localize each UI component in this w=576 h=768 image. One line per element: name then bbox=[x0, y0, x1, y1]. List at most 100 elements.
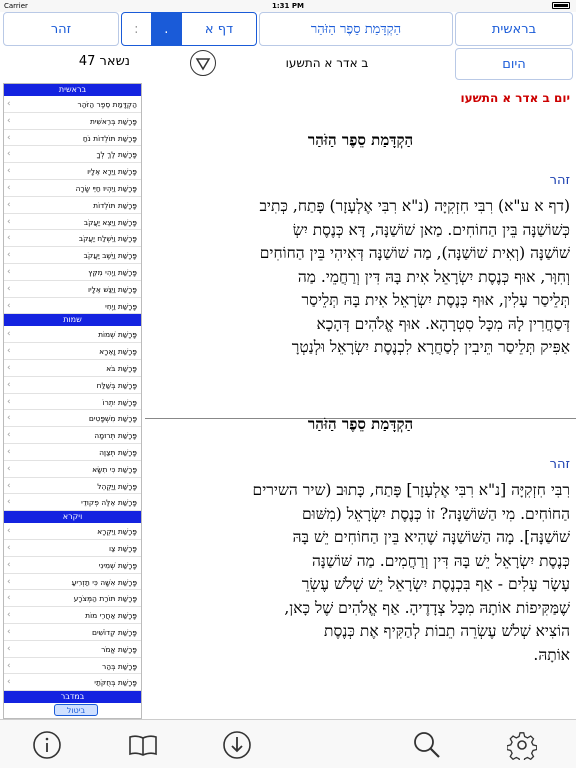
today-button[interactable]: היום bbox=[455, 48, 573, 80]
sidebar-item-label: פָּרָשַׁת תּוֹלְדוֹת bbox=[93, 200, 137, 210]
sidebar-item[interactable]: ‹ פָּרָשַׁת וַיִּשְׁלַח יַעֲקֹב bbox=[4, 230, 141, 248]
triangle-down-icon bbox=[195, 58, 211, 71]
aramaic-text: (דף א ע"א) רִבִּי חִזְקִיָּה (נ"א רִבִּי… bbox=[145, 195, 570, 360]
today-button-label: היום bbox=[502, 56, 526, 72]
sidebar-item-label: פָּרָשַׁת תּוֹלְדוֹת נֹחַ bbox=[82, 133, 137, 143]
clock: 1:31 PM bbox=[272, 2, 304, 10]
chevron-left-icon: ‹ bbox=[7, 626, 11, 637]
chevron-left-icon: ‹ bbox=[7, 463, 11, 474]
sidebar-item-label: פָּרָשַׁת וַיֵּרָא אֵלָיו bbox=[87, 167, 137, 177]
chevron-left-icon: ‹ bbox=[7, 660, 11, 671]
sidebar-item[interactable]: ‹ פָּרָשַׁת וַיְהִי מִקֵּץ bbox=[4, 264, 141, 281]
reading-pane[interactable]: יום ב אדר א התשעו הַקְדָּמַת סֵפֶר הַזֹּ… bbox=[145, 83, 576, 719]
download-tab[interactable] bbox=[222, 730, 252, 760]
sidebar-item[interactable]: ‹ פָּרָשַׁת אִשָּׁה כִּי תַזְרִיעַ bbox=[4, 574, 141, 591]
sidebar-item[interactable]: ‹ פָּרָשַׁת וַיֵּשֶׁב יַעֲקֹב bbox=[4, 247, 141, 264]
sidebar-item-label: פָּרָשַׁת קְדוֹשִׁים bbox=[92, 627, 137, 637]
sidebar-item-label: פָּרָשַׁת וַיֵּצֵא יַעֲקֹב bbox=[83, 217, 137, 227]
sidebar-item[interactable]: ‹ פָּרָשַׁת תּוֹרַת הַמְּצֹרָע bbox=[4, 590, 141, 608]
sidebar-item-label: פָּרָשַׁת בְּחֻקֹּתַי bbox=[94, 678, 137, 688]
chevron-left-icon: ‹ bbox=[7, 446, 11, 457]
sidebar-item[interactable]: ‹ פָּרָשַׁת תְּצַוֶּה bbox=[4, 444, 141, 461]
battery-icon bbox=[552, 2, 570, 9]
zohar-label-aramaic: זהר bbox=[549, 173, 570, 188]
sidebar-item-label: פָּרָשַׁת שְׁמוֹת bbox=[98, 330, 137, 340]
segment-active[interactable]: . bbox=[151, 13, 182, 45]
sidebar-item[interactable]: ‹ פָּרָשַׁת אֵלֶּה פְקוּדֵי bbox=[4, 494, 141, 512]
sidebar-item[interactable]: ‹ פָּרָשַׁת שְׁמִינִי bbox=[4, 557, 141, 574]
sidebar-item[interactable]: ‹ פָּרָשַׁת וַיִּהְיוּ חַיֵּי שָׂרָה bbox=[4, 180, 141, 197]
sidebar-item-label: פָּרָשַׁת מִשְׁפָּטִים bbox=[88, 414, 137, 424]
sidebar-item[interactable]: ‹ פָּרָשַׁת אֱמֹר bbox=[4, 641, 141, 658]
sidebar-item[interactable]: ‹ פָּרָשַׁת בְּחֻקֹּתַי bbox=[4, 674, 141, 692]
sidebar-item[interactable]: ‹ פָּרָשַׁת בֹּא bbox=[4, 360, 141, 377]
hebrew-text: רִבִּי חִזְקִיָּה [נ"א רִבִּי אֶלְעָזָר]… bbox=[145, 479, 570, 667]
sidebar-item-label: פָּרָשַׁת וַיִּקְרָא bbox=[97, 527, 137, 537]
text-line: כְּנֶסֶת יִשְׂרָאֵל יֵשׁ בָּהּ דִּין וְר… bbox=[311, 551, 570, 570]
zohar-button[interactable]: זהר bbox=[3, 12, 119, 46]
search-tab[interactable] bbox=[412, 730, 442, 760]
settings-tab[interactable] bbox=[506, 730, 538, 764]
sidebar-item[interactable]: ‹ פָּרָשַׁת שְׁמוֹת bbox=[4, 326, 141, 344]
sidebar-item[interactable]: ‹ פָּרָשַׁת וָאֵרָא bbox=[4, 343, 141, 360]
sidebar-item[interactable]: ‹ פָּרָשַׁת וַיְחִי bbox=[4, 298, 141, 315]
sidebar-item[interactable]: ‹ פָּרָשַׁת צַו bbox=[4, 540, 141, 557]
sidebar-item-label: פָּרָשַׁת צַו bbox=[108, 543, 137, 553]
intro-button[interactable]: הַקְדָּמַת סֵפֶר הַזֹּהַר bbox=[259, 12, 453, 46]
segment-small[interactable]: : bbox=[122, 13, 152, 45]
daf-segment-control[interactable]: : . דף א bbox=[121, 12, 257, 46]
cancel-button[interactable]: ביטול bbox=[54, 704, 98, 716]
sidebar-section-header: בראשית bbox=[4, 84, 141, 96]
sidebar-item-label: פָּרָשַׁת אֱמֹר bbox=[101, 644, 137, 654]
sidebar-item[interactable]: ‹ פָּרָשַׁת תּוֹלְדוֹת bbox=[4, 197, 141, 214]
sidebar-item-label: פָּרָשַׁת לֶךְ לְךָ bbox=[96, 150, 137, 160]
chevron-left-icon: ‹ bbox=[7, 542, 11, 553]
sidebar-item[interactable]: ‹ פָּרָשַׁת בְּשַׁלַּח bbox=[4, 377, 141, 394]
text-line: וְחִוָּר, אוּף כְּנֶסֶת יִשְׂרָאֵל אִית … bbox=[297, 267, 570, 286]
chevron-left-icon: ‹ bbox=[7, 413, 11, 424]
sidebar-item[interactable]: ‹ פָּרָשַׁת מִשְׁפָּטִים bbox=[4, 410, 141, 428]
sidebar-item[interactable]: ‹ פָּרָשַׁת יִתְרוֹ bbox=[4, 394, 141, 411]
chevron-left-icon: ‹ bbox=[7, 480, 11, 491]
sidebar-item[interactable]: ‹ פָּרָשַׁת תּוֹלְדוֹת נֹחַ bbox=[4, 130, 141, 147]
sidebar-item[interactable]: ‹ הַקְדָּמַת סֵפֶר הַזֹּהַר bbox=[4, 96, 141, 113]
chevron-left-icon: ‹ bbox=[7, 115, 11, 126]
book-tab[interactable] bbox=[128, 730, 158, 760]
chevron-left-icon: ‹ bbox=[7, 643, 11, 654]
sidebar-item-label: פָּרָשַׁת בֹּא bbox=[106, 363, 137, 373]
daf-button[interactable]: דף א bbox=[181, 13, 256, 45]
parasha-sidebar[interactable]: בראשית ‹ הַקְדָּמַת סֵפֶר הַזֹּהַר ‹ פָּרָשַ… bbox=[3, 83, 142, 719]
sidebar-item[interactable]: ‹ פָּרָשַׁת בְּהַר bbox=[4, 658, 141, 675]
text-line: אוֹתָהּ. bbox=[533, 645, 570, 664]
sidebar-item[interactable]: ‹ פָּרָשַׁת לֶךְ לְךָ bbox=[4, 146, 141, 164]
sidebar-item[interactable]: ‹ פָּרָשַׁת בְּרֵאשִׁית bbox=[4, 113, 141, 130]
zohar-label-hebrew: זהר bbox=[549, 457, 570, 472]
sidebar-item[interactable]: ‹ פָּרָשַׁת וַיִּקְרָא bbox=[4, 523, 141, 540]
sidebar-item[interactable]: ‹ פָּרָשַׁת כִּי תִשָּׂא bbox=[4, 461, 141, 478]
chevron-left-icon: ‹ bbox=[7, 677, 11, 688]
sidebar-item[interactable]: ‹ פָּרָשַׁת תְּרוּמָה bbox=[4, 427, 141, 444]
gear-icon bbox=[506, 732, 538, 764]
sidebar-item-label: פָּרָשַׁת וַיִּגַּשׁ אֵלָיו bbox=[87, 284, 137, 294]
chevron-left-icon: ‹ bbox=[7, 329, 11, 340]
text-line: כְּשׁוֹשַׁנָּה בֵּין הַחוֹחִים. מַאן שׁו… bbox=[292, 220, 570, 239]
chevron-left-icon: ‹ bbox=[7, 132, 11, 143]
sidebar-item-label: פָּרָשַׁת וַיִּשְׁלַח יַעֲקֹב bbox=[78, 234, 137, 244]
collapse-toggle[interactable] bbox=[190, 50, 216, 76]
sidebar-item[interactable]: ‹ פָּרָשַׁת וַיֵּרָא אֵלָיו bbox=[4, 163, 141, 180]
status-bar: Carrier 1:31 PM bbox=[0, 0, 576, 12]
sidebar-item[interactable]: ‹ פָּרָשַׁת וַיִּגַּשׁ אֵלָיו bbox=[4, 281, 141, 298]
sidebar-item-label: פָּרָשַׁת שְׁמִינִי bbox=[98, 560, 137, 570]
bereishit-button[interactable]: בראשית bbox=[455, 12, 573, 46]
search-icon bbox=[414, 732, 440, 758]
sidebar-item[interactable]: ‹ פָּרָשַׁת קְדוֹשִׁים bbox=[4, 624, 141, 641]
sidebar-item[interactable]: ‹ פָּרָשַׁת וַיַּקְהֵל bbox=[4, 478, 141, 495]
sidebar-item-label: פָּרָשַׁת וַיְחִי bbox=[105, 301, 137, 311]
info-tab[interactable] bbox=[32, 730, 62, 760]
sidebar-section-header: שמות bbox=[4, 314, 141, 327]
sidebar-item[interactable]: ‹ פָּרָשַׁת וַיֵּצֵא יַעֲקֹב bbox=[4, 214, 141, 231]
section-title-aramaic: הַקְדָּמַת סֵפֶר הַזֹּהַר bbox=[307, 131, 414, 149]
chevron-left-icon: ‹ bbox=[7, 99, 11, 109]
sidebar-item[interactable]: ‹ פָּרָשַׁת אַחֲרֵי מוֹת bbox=[4, 607, 141, 624]
tab-bar bbox=[0, 719, 576, 768]
